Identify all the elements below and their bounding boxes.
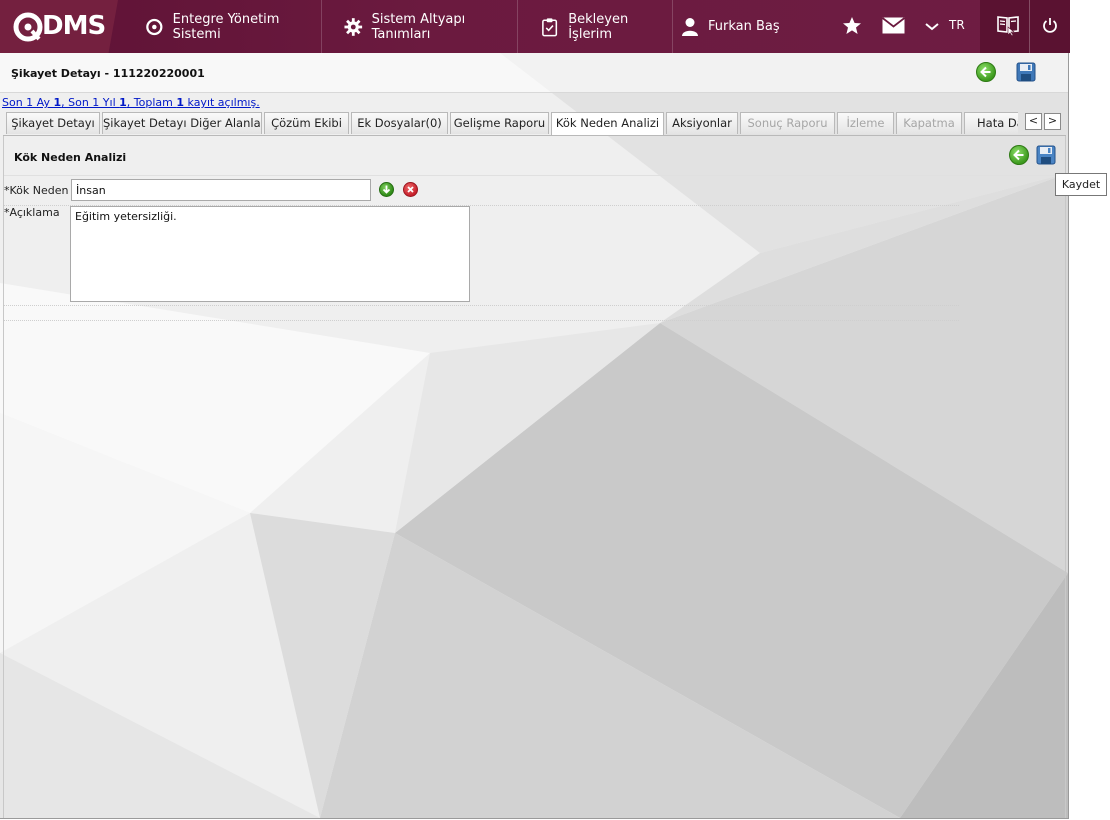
summary-year-count: 1 [119,96,127,109]
panel-save-button[interactable] [1036,145,1056,165]
tab-attachments[interactable]: Ek Dosyalar(0) [351,112,448,134]
arrow-left-icon [1013,149,1024,161]
tab-result-report[interactable]: Sonuç Raporu [740,112,835,134]
tab-actions[interactable]: Aksiyonlar [666,112,738,134]
header-right-section [980,0,1070,53]
gear-icon [344,17,363,36]
nav-system-definitions[interactable]: Sistem Altyapı Tanımları [320,0,517,53]
panel-back-button[interactable] [1009,145,1029,165]
nav-divider [1029,0,1030,53]
nav-label: Entegre Yönetim Sistemi [172,11,280,42]
tab-error-distribution[interactable]: Hata Dağılımı [964,112,1018,134]
tab-complaint-detail[interactable]: Şikayet Detayı [6,112,100,134]
summary-text: , Son 1 Yıl [61,96,120,109]
description-textarea[interactable]: Eğitim yetersizliği. [70,206,470,302]
tab-scroll-left-button[interactable]: < [1025,113,1042,130]
save-tooltip: Kaydet [1055,173,1107,196]
content-frame: Şikayet Detayı - 111220220001 Son 1 Ay 1… [0,53,1069,819]
tab-complaint-other-fields[interactable]: Şikayet Detayı Diğer Alanlar [102,112,262,134]
arrow-down-icon [382,185,391,194]
chevron-down-icon [925,23,939,31]
language-selector[interactable]: TR [925,18,965,32]
power-icon[interactable] [1042,17,1058,34]
summary-text: kayıt açılmış. [184,96,260,109]
tab-strip: Şikayet Detayı Şikayet Detayı Diğer Alan… [6,112,1018,135]
select-root-cause-button[interactable] [379,182,394,197]
clipboard-check-icon [542,17,558,36]
close-icon [407,186,414,193]
logo-text: DMS [42,11,106,41]
tab-solution-team[interactable]: Çözüm Ekibi [264,112,349,134]
summary-month-count: 1 [53,96,62,109]
top-navigation-bar: DMS Entegre Yönetim Sistemi Sistem Altya… [0,0,1070,53]
description-label: *Açıklama [4,206,60,219]
nav-label: Sistem Altyapı Tanımları [371,11,466,42]
page-title: Şikayet Detayı - 111220220001 [11,67,205,80]
root-cause-input[interactable] [71,179,371,201]
summary-total-count: 1 [176,96,185,109]
star-icon[interactable] [842,16,862,35]
app-logo[interactable]: DMS [0,0,118,53]
panel-header: Kök Neden Analizi [4,136,1065,176]
book-help-icon[interactable] [996,13,1020,37]
back-button[interactable] [976,62,996,82]
nav-integrated-management[interactable]: Entegre Yönetim Sistemi [121,0,321,53]
summary-text: , Toplam [126,96,177,109]
nav-user-profile[interactable]: Furkan Baş [657,0,817,53]
clear-root-cause-button[interactable] [403,182,418,197]
arrow-left-icon [980,66,991,78]
nav-pending-tasks[interactable]: Bekleyen İşlerim [516,0,672,53]
tab-progress-report[interactable]: Gelişme Raporu [450,112,549,134]
row-divider [4,305,959,306]
tab-scroll-right-button[interactable]: > [1044,113,1061,130]
root-cause-panel: Kök Neden Analizi *Kök Neden İnsan *Açık… [3,136,1066,818]
q-logo-icon [13,12,43,42]
root-cause-label: *Kök Neden [4,184,69,197]
mail-icon[interactable] [882,17,905,34]
tab-monitoring[interactable]: İzleme [837,112,894,134]
nav-label: Furkan Baş [708,19,780,34]
language-code: TR [949,18,965,32]
tab-closing[interactable]: Kapatma [896,112,962,134]
summary-text: Son 1 Ay [2,96,54,109]
record-summary-link[interactable]: Son 1 Ay 1, Son 1 Yıl 1, Toplam 1 kayıt … [2,96,260,109]
row-divider [4,320,959,321]
save-button[interactable] [1016,62,1036,82]
panel-title: Kök Neden Analizi [14,151,127,164]
q-logo-icon [146,18,163,35]
tab-root-cause-analysis[interactable]: Kök Neden Analizi [551,112,664,135]
user-icon [682,17,698,36]
page-header: Şikayet Detayı - 111220220001 [0,53,1068,93]
